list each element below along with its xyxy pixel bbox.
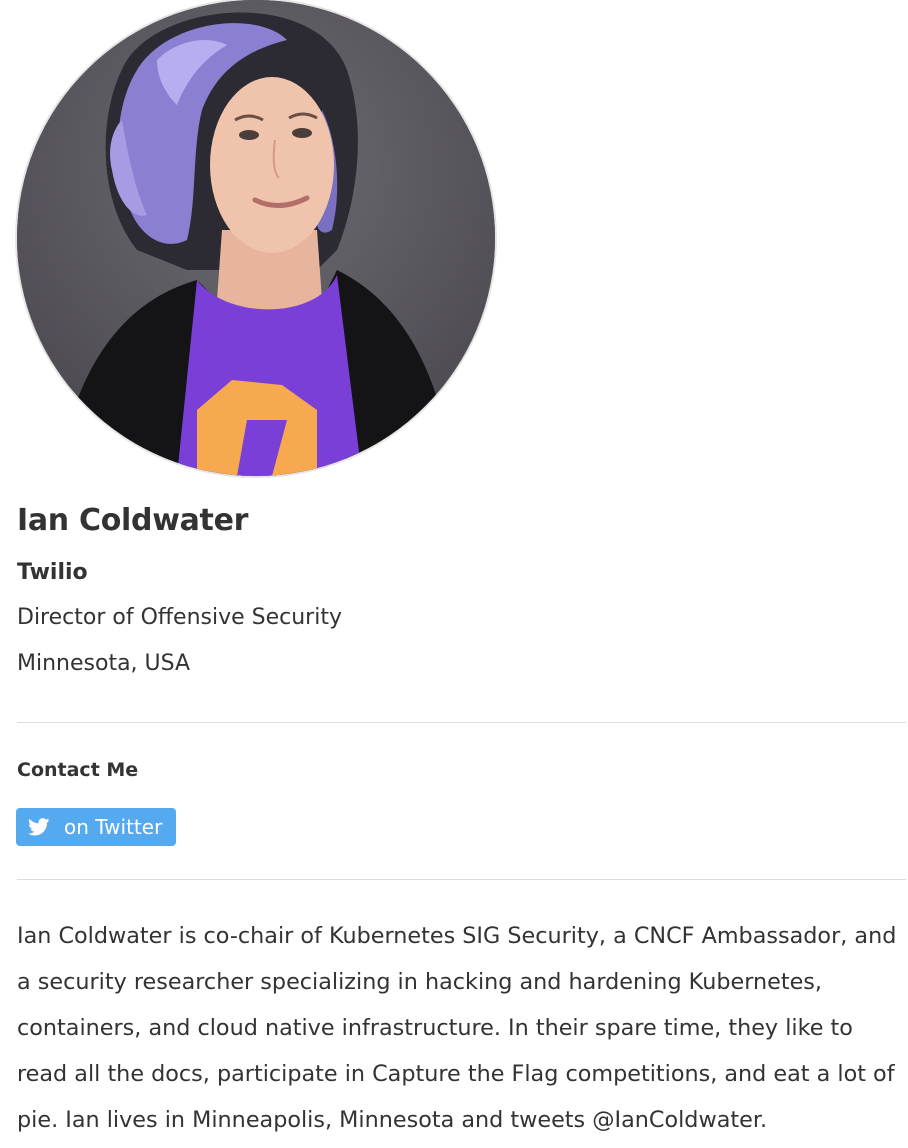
twitter-button-label: on Twitter <box>64 815 163 839</box>
profile-photo <box>17 0 495 476</box>
twitter-bird-icon <box>28 818 50 836</box>
speaker-profile-page: Ian Coldwater Twilio Director of Offensi… <box>0 0 908 1148</box>
speaker-location: Minnesota, USA <box>17 651 191 676</box>
contact-heading: Contact Me <box>17 759 139 781</box>
speaker-company: Twilio <box>17 560 88 585</box>
section-divider-bio <box>17 879 906 880</box>
speaker-name: Ian Coldwater <box>17 503 249 538</box>
speaker-bio: Ian Coldwater is co-chair of Kubernetes … <box>17 923 897 1133</box>
profile-photo-image <box>17 0 495 476</box>
twitter-contact-button[interactable]: on Twitter <box>16 808 176 846</box>
speaker-job-title: Director of Offensive Security <box>17 605 342 630</box>
section-divider <box>17 722 906 723</box>
